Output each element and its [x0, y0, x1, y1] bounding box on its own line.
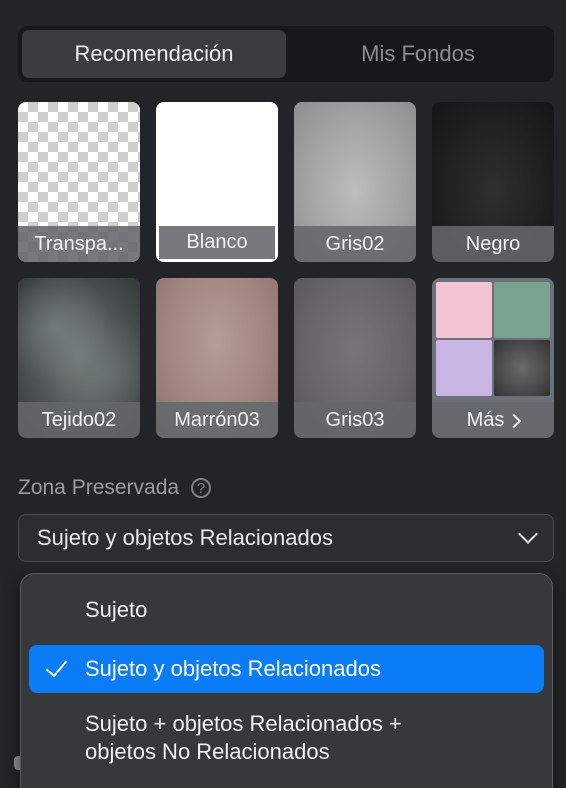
tab-recomendacion[interactable]: Recomendación	[22, 30, 286, 78]
background-thumb-negro[interactable]: Negro	[432, 102, 554, 262]
help-icon[interactable]: ?	[191, 478, 212, 498]
background-thumb-label: Blanco	[159, 226, 275, 259]
preserved-zone-dropdown-menu: Sujeto Sujeto y objetos Relacionados Suj…	[20, 573, 553, 788]
menu-item-sujeto[interactable]: Sujeto	[29, 596, 544, 626]
background-thumb-blanco[interactable]: Blanco	[156, 102, 278, 262]
background-thumb-label: Gris03	[294, 402, 416, 438]
background-thumb-label: Marrón03	[156, 402, 278, 438]
preview-swatch	[494, 340, 550, 396]
background-thumb-label: Tejido02	[18, 402, 140, 438]
background-thumb-gris02[interactable]: Gris02	[294, 102, 416, 262]
menu-item-label-line1: Sujeto + objetos Relacionados +	[85, 711, 402, 736]
more-label-row: Más	[432, 402, 554, 438]
preview-swatch	[436, 340, 492, 396]
background-thumb-label: Gris02	[294, 226, 416, 262]
background-thumb-label: Transpa...	[18, 226, 140, 262]
menu-item-label: Sujeto	[85, 597, 148, 622]
checkmark-icon	[45, 654, 68, 678]
tab-mis-fondos[interactable]: Mis Fondos	[286, 30, 550, 78]
background-source-tabs: Recomendación Mis Fondos	[18, 26, 554, 82]
background-thumb-tejido02[interactable]: Tejido02	[18, 278, 140, 438]
chevron-right-icon	[507, 413, 522, 428]
preserved-zone-select[interactable]: Sujeto y objetos Relacionados	[18, 514, 554, 562]
chevron-down-icon	[518, 524, 538, 544]
menu-item-label: Sujeto y objetos Relacionados	[85, 656, 381, 681]
preview-swatch	[494, 282, 550, 338]
background-thumb-marron03[interactable]: Marrón03	[156, 278, 278, 438]
background-panel: Recomendación Mis Fondos Transpa... Blan…	[0, 0, 566, 788]
background-thumb-label: Negro	[432, 226, 554, 262]
menu-item-label-line2: objetos No Relacionados	[85, 739, 330, 764]
preserved-zone-heading: Zona Preservada ?	[18, 476, 212, 500]
background-thumb-transparent[interactable]: Transpa...	[18, 102, 140, 262]
preserved-zone-title: Zona Preservada	[18, 476, 180, 499]
select-value: Sujeto y objetos Relacionados	[37, 525, 333, 550]
background-thumb-gris03[interactable]: Gris03	[294, 278, 416, 438]
more-backgrounds-button[interactable]: Más	[432, 278, 554, 438]
more-label: Más	[466, 408, 505, 431]
menu-item-sujeto-objetos-no-relacionados[interactable]: Sujeto + objetos Relacionados + objetos …	[29, 710, 544, 768]
preview-swatch	[436, 282, 492, 338]
menu-item-sujeto-y-objetos-relacionados[interactable]: Sujeto y objetos Relacionados	[29, 645, 544, 693]
more-preview-collage	[436, 282, 550, 396]
